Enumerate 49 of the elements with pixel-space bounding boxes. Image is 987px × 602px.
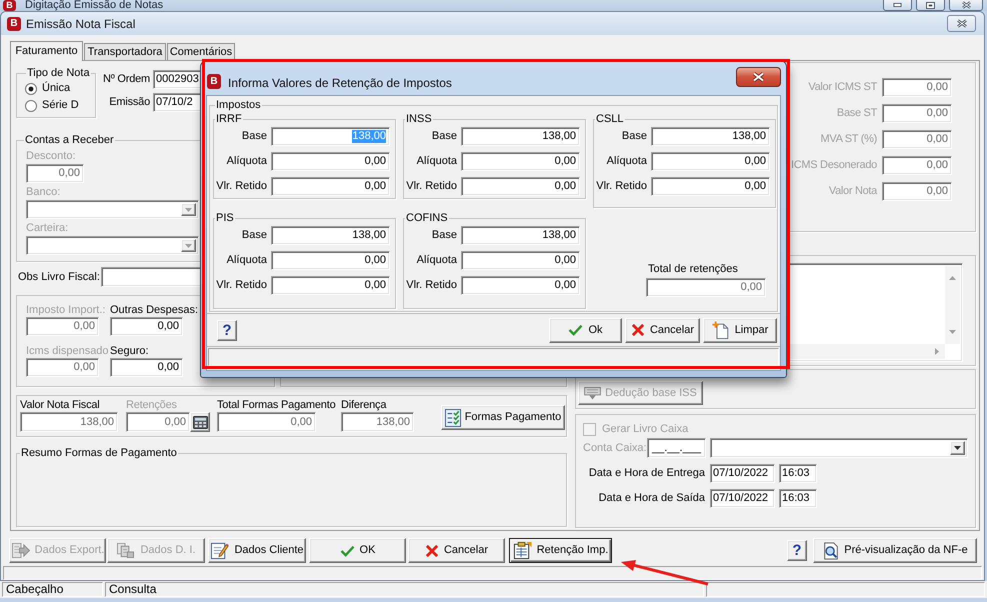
field-label: Base	[620, 130, 647, 143]
field-label: Alíquota	[416, 254, 457, 267]
field-label: Base	[430, 130, 457, 143]
field-label: Valor Nota Fiscal	[20, 399, 100, 412]
field-label: Vlr. Retido	[215, 279, 267, 292]
field-label: Base	[240, 130, 267, 143]
field-label: Alíquota	[226, 155, 267, 168]
field-label: Base ST	[836, 107, 877, 120]
field-label: Emissão	[108, 96, 150, 109]
app-logo: B	[7, 16, 21, 30]
field-label: Outras Despesas:	[110, 304, 198, 317]
field-label: Vlr. Retido	[215, 180, 267, 193]
window-title: Digitação Emissão de Notas	[25, 0, 164, 11]
field-label: Data e Hora de Saída	[598, 492, 705, 505]
field-label: Icms dispensado	[26, 345, 109, 358]
app-logo: B	[3, 0, 16, 11]
field-label: Base	[240, 229, 267, 242]
field-label: Vlr. Retido	[405, 279, 457, 292]
field-label: ICMS Desonerado	[791, 159, 877, 172]
field-label: Imposto Import.:	[26, 304, 106, 317]
field-label: Banco:	[26, 186, 60, 199]
field-label: Data e Hora de Entrega	[588, 467, 705, 480]
field-label: Alíquota	[606, 155, 647, 168]
field-label: Base	[430, 229, 457, 242]
group-title: Tipo de Nota	[26, 67, 91, 80]
field-label: Obs Livro Fiscal:	[18, 270, 98, 284]
field-label: Retenções	[126, 399, 177, 412]
field-label: Valor Nota	[828, 185, 877, 198]
field-label: Total Formas Pagamento	[217, 399, 336, 412]
field-label: Desconto:	[26, 150, 76, 163]
field-label: Alíquota	[416, 155, 457, 168]
status-panel: Cabeçalho	[2, 582, 103, 597]
field-label: Total de retenções	[648, 263, 738, 276]
field-label: MVA ST (%)	[820, 133, 877, 146]
field-label: Valor ICMS ST	[808, 81, 877, 94]
field-label: Seguro:	[110, 345, 149, 358]
window-title: Emissão Nota Fiscal	[26, 16, 136, 30]
field-label: Diferença	[341, 399, 386, 412]
status-panel: Consulta	[105, 582, 704, 597]
group-title: Resumo Formas de Pagamento	[20, 447, 178, 460]
field-label: Vlr. Retido	[405, 180, 457, 193]
field-label: Carteira:	[26, 222, 68, 235]
field-label: Nº Ordem	[102, 73, 150, 86]
field-label: Vlr. Retido	[595, 180, 647, 193]
group-title: Impostos	[215, 99, 262, 112]
dialog-title: Informa Valores de Retenção de Impostos	[228, 76, 452, 90]
app-logo: B	[207, 74, 221, 89]
field-label: Conta Caixa:	[583, 442, 647, 454]
field-label: Alíquota	[226, 254, 267, 267]
